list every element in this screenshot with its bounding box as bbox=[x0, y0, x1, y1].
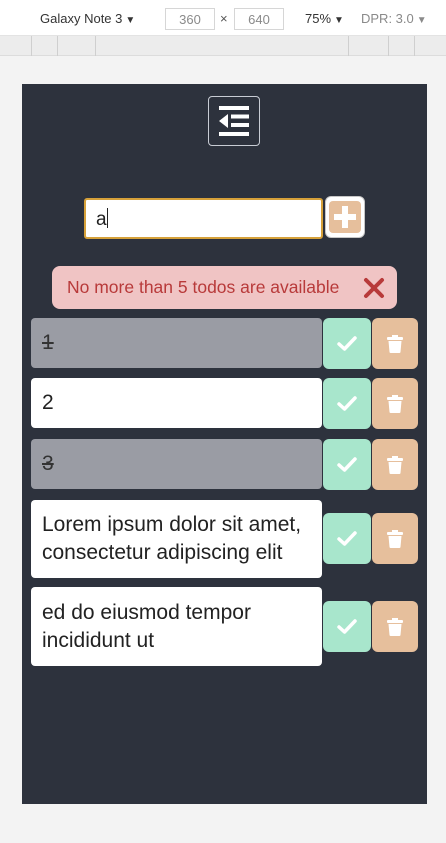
check-icon bbox=[337, 335, 357, 351]
todo-item: ed do eiusmod tempor incididunt ut bbox=[31, 587, 418, 666]
trash-icon bbox=[387, 394, 403, 413]
chevron-down-icon: ▼ bbox=[416, 15, 427, 26]
delete-button[interactable] bbox=[372, 439, 418, 490]
new-todo-input[interactable]: a bbox=[84, 198, 323, 239]
delete-button[interactable] bbox=[372, 601, 418, 652]
dimension-separator: × bbox=[220, 11, 228, 26]
height-input[interactable]: 640 bbox=[234, 8, 284, 30]
todo-text[interactable]: 3 bbox=[31, 439, 322, 489]
zoom-select[interactable]: 75% ▼ bbox=[305, 8, 344, 30]
menu-toggle-button[interactable] bbox=[208, 96, 260, 146]
todo-item: Lorem ipsum dolor sit amet, consectetur … bbox=[31, 500, 418, 578]
trash-icon bbox=[387, 529, 403, 548]
media-query-ruler bbox=[0, 36, 446, 56]
width-input[interactable]: 360 bbox=[165, 8, 215, 30]
check-icon bbox=[337, 395, 357, 411]
chevron-down-icon: ▼ bbox=[125, 15, 136, 26]
delete-button[interactable] bbox=[372, 513, 418, 564]
alert-message: No more than 5 todos are available bbox=[67, 277, 340, 297]
device-name: Galaxy Note 3 bbox=[40, 11, 123, 26]
trash-icon bbox=[387, 617, 403, 636]
new-todo-input-value: a bbox=[96, 209, 107, 230]
limit-alert: No more than 5 todos are available bbox=[52, 266, 397, 309]
check-icon bbox=[337, 456, 357, 472]
todo-item: 2 bbox=[31, 378, 418, 430]
dpr-value: DPR: 3.0 bbox=[361, 11, 414, 26]
plus-icon bbox=[334, 206, 356, 228]
trash-icon bbox=[387, 455, 403, 474]
delete-button[interactable] bbox=[372, 318, 418, 369]
complete-button[interactable] bbox=[323, 378, 371, 429]
todo-item: 1 bbox=[31, 318, 418, 370]
text-cursor bbox=[106, 208, 108, 228]
chevron-down-icon: ▼ bbox=[334, 15, 344, 26]
complete-button[interactable] bbox=[323, 439, 371, 490]
dpr-select[interactable]: DPR: 3.0 ▼ bbox=[361, 8, 427, 30]
todo-item: 3 bbox=[31, 439, 418, 491]
device-select[interactable]: Galaxy Note 3 ▼ bbox=[40, 8, 135, 30]
device-toolbar: Galaxy Note 3 ▼ 360 × 640 75% ▼ DPR: 3.0 ▼ bbox=[0, 0, 446, 36]
complete-button[interactable] bbox=[323, 601, 371, 652]
delete-button[interactable] bbox=[372, 378, 418, 429]
trash-icon bbox=[387, 334, 403, 353]
check-icon bbox=[337, 530, 357, 546]
complete-button[interactable] bbox=[323, 318, 371, 369]
zoom-value: 75% bbox=[305, 11, 332, 26]
close-icon[interactable] bbox=[363, 277, 385, 299]
todo-text[interactable]: 2 bbox=[31, 378, 322, 428]
check-icon bbox=[337, 618, 357, 634]
complete-button[interactable] bbox=[323, 513, 371, 564]
app-viewport: a No more than 5 todos are available 1 2 bbox=[22, 84, 427, 804]
todo-text[interactable]: Lorem ipsum dolor sit amet, consectetur … bbox=[31, 500, 322, 578]
add-todo-button[interactable] bbox=[325, 196, 365, 238]
todo-text[interactable]: ed do eiusmod tempor incididunt ut bbox=[31, 587, 322, 666]
todo-text[interactable]: 1 bbox=[31, 318, 322, 368]
outdent-menu-icon bbox=[219, 106, 249, 136]
